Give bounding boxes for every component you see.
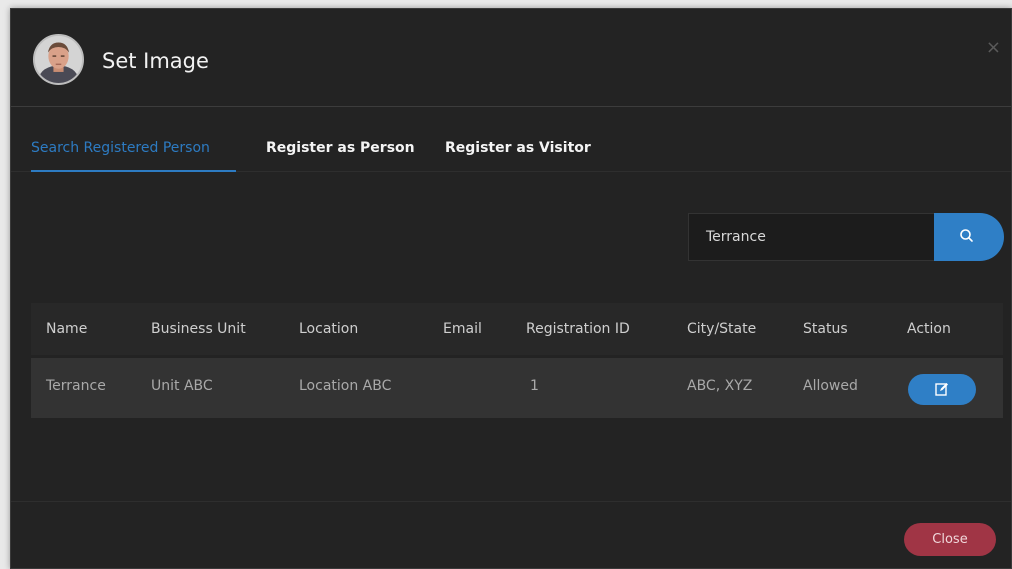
dialog-title: Set Image xyxy=(102,49,209,73)
search-button[interactable] xyxy=(934,213,1004,261)
column-header-location: Location xyxy=(299,321,359,337)
table-header: Name Business Unit Location Email Regist… xyxy=(31,303,1003,355)
cell-location: Location ABC xyxy=(299,378,392,394)
active-tab-indicator xyxy=(31,170,236,172)
tab-bar: Search Registered Person Register as Per… xyxy=(11,108,1011,172)
column-header-city-state: City/State xyxy=(687,321,757,337)
cell-status: Allowed xyxy=(803,378,858,394)
column-header-name: Name xyxy=(46,321,88,337)
tab-search-registered-person[interactable]: Search Registered Person xyxy=(31,140,210,156)
tab-register-as-visitor[interactable]: Register as Visitor xyxy=(445,140,591,156)
cell-registration-id: 1 xyxy=(530,378,539,394)
column-header-action: Action xyxy=(907,321,951,337)
column-header-email: Email xyxy=(443,321,482,337)
search-icon xyxy=(960,229,973,242)
cell-city-state: ABC, XYZ xyxy=(687,378,753,394)
cell-name: Terrance xyxy=(46,378,106,394)
dialog-footer xyxy=(11,501,1011,568)
column-header-status: Status xyxy=(803,321,848,337)
close-icon[interactable]: × xyxy=(986,37,1001,58)
edit-icon xyxy=(935,383,948,396)
close-button[interactable]: Close xyxy=(904,523,996,556)
cell-business-unit: Unit ABC xyxy=(151,378,213,394)
avatar xyxy=(33,34,84,85)
dialog-header: Set Image × xyxy=(11,9,1011,107)
column-header-business-unit: Business Unit xyxy=(151,321,246,337)
table-row: Terrance Unit ABC Location ABC 1 ABC, XY… xyxy=(31,358,1003,418)
search-input[interactable]: Terrance xyxy=(688,213,938,261)
edit-button[interactable] xyxy=(908,374,976,405)
column-header-registration-id: Registration ID xyxy=(526,321,630,337)
search-box: Terrance xyxy=(688,213,1004,261)
set-image-dialog: Set Image × Search Registered Person Reg… xyxy=(10,8,1012,569)
person-photo xyxy=(35,36,82,83)
tab-register-as-person[interactable]: Register as Person xyxy=(266,140,415,156)
